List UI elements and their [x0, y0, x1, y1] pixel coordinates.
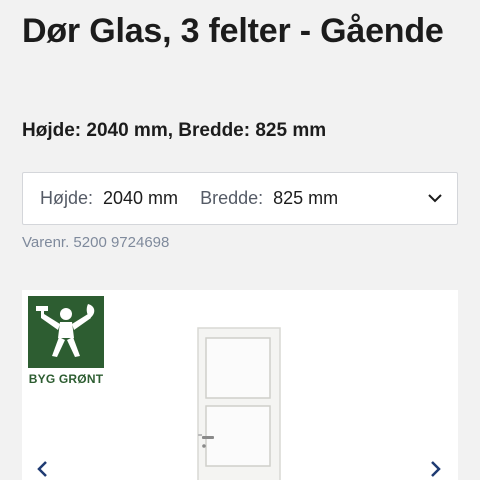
item-number: Varenr. 5200 9724698: [22, 234, 170, 251]
variant-dropdown[interactable]: Højde: 2040 mm Bredde: 825 mm: [22, 172, 458, 225]
byg-groent-badge: BYG GRØNT: [28, 296, 104, 386]
gallery-prev-button[interactable]: [32, 460, 52, 480]
width-label: Bredde:: [200, 188, 264, 208]
chevron-right-icon: [430, 460, 442, 480]
product-image-gallery: BYG GRØNT: [22, 290, 458, 480]
product-dimensions: Højde: 2040 mm, Bredde: 825 mm: [22, 120, 327, 141]
height-label: Højde:: [40, 188, 94, 208]
product-title: Dør Glas, 3 felter - Gående: [22, 12, 444, 50]
byg-groent-logo-icon: [28, 296, 104, 368]
width-value: 825 mm: [273, 188, 339, 208]
badge-label: BYG GRØNT: [28, 372, 104, 386]
door-product-image[interactable]: [194, 326, 284, 480]
height-value: 2040 mm: [103, 188, 179, 208]
chevron-down-icon: [427, 191, 443, 207]
chevron-left-icon: [36, 460, 48, 480]
gallery-next-button[interactable]: [426, 460, 446, 480]
